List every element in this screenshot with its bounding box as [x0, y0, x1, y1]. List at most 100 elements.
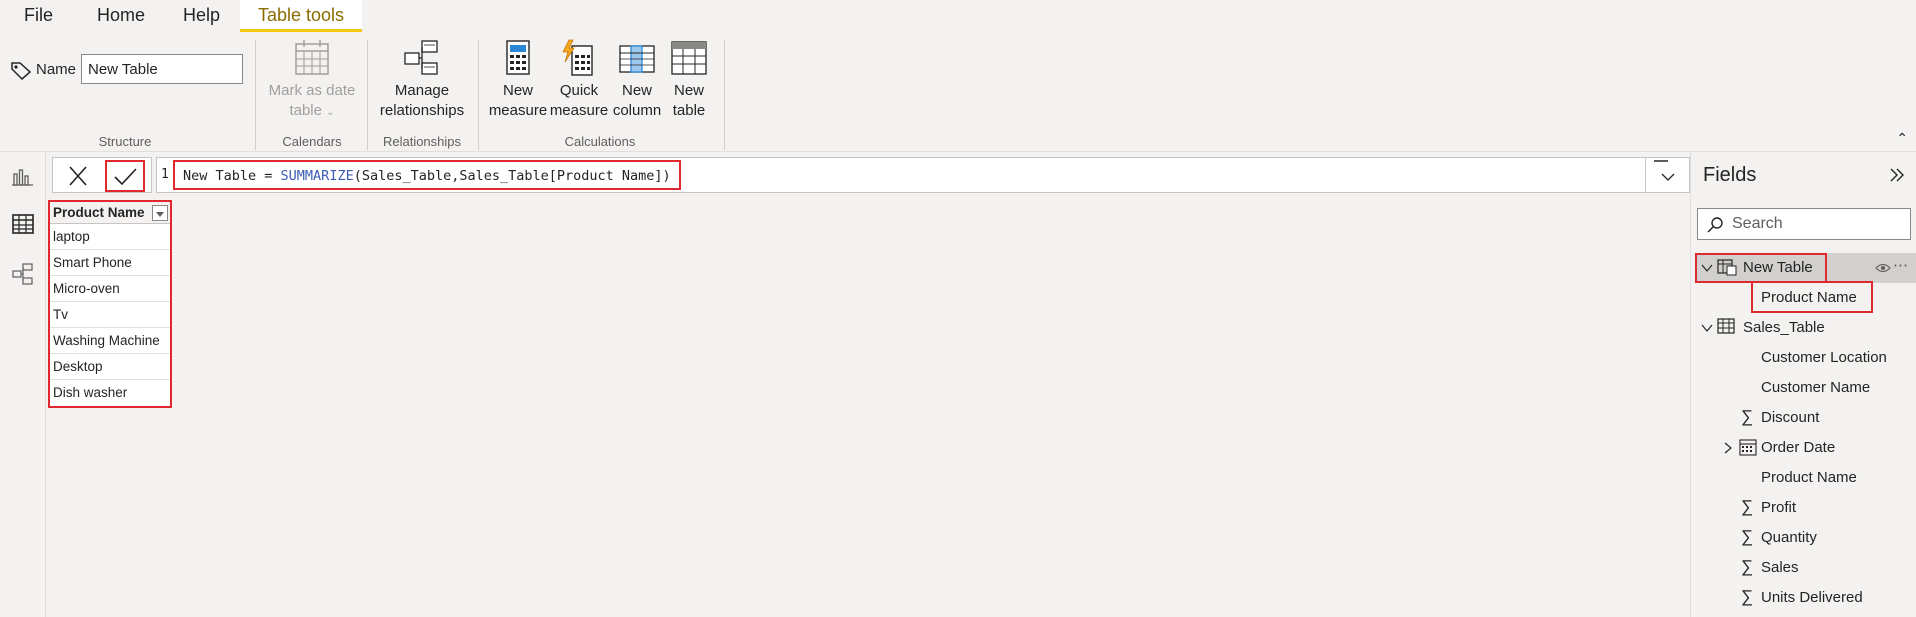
field-order-date[interactable]: Order Date: [1761, 439, 1835, 456]
group-separator: [367, 40, 368, 150]
chevron-right-icon[interactable]: [1723, 442, 1733, 454]
data-view-canvas: Product Name laptop Smart Phone Micro-ov…: [46, 198, 1690, 617]
tab-table-tools[interactable]: Table tools: [240, 0, 363, 32]
group-label-calendars: Calendars: [282, 134, 342, 149]
field-discount[interactable]: Discount: [1761, 409, 1819, 426]
field-quantity[interactable]: Quantity: [1761, 529, 1817, 546]
collapse-pane-icon[interactable]: [1888, 167, 1906, 183]
formula-prefix: New Table =: [183, 168, 281, 184]
new-measure-label-1: New: [502, 82, 533, 99]
field-units-delivered[interactable]: Units Delivered: [1761, 589, 1863, 606]
sigma-icon: ∑: [1741, 587, 1754, 606]
name-label: Name: [36, 61, 77, 78]
model-view-icon[interactable]: [11, 262, 35, 286]
group-separator: [478, 40, 479, 150]
formula-expression[interactable]: New Table = SUMMARIZE(Sales_Table,Sales_…: [173, 160, 681, 190]
column-header-label: Product Name: [53, 205, 145, 220]
group-label-relationships: Relationships: [382, 134, 462, 149]
quick-measure-label-1: Quick: [559, 82, 599, 99]
new-column-button[interactable]: New column: [609, 38, 665, 121]
sigma-icon: ∑: [1741, 527, 1754, 546]
table-icon: [1717, 318, 1735, 334]
new-column-label-2: column: [612, 102, 662, 119]
new-table-icon: [671, 41, 707, 75]
tag-icon: [11, 62, 32, 80]
fields-title: Fields: [1703, 164, 1757, 186]
view-switcher: [0, 152, 46, 617]
field-customer-location[interactable]: Customer Location: [1761, 349, 1887, 366]
chevron-down-icon: [1654, 160, 1675, 181]
calendar-icon: [295, 40, 329, 75]
new-table-button[interactable]: New table: [663, 38, 715, 121]
table-row: Desktop: [50, 354, 170, 380]
formula-line-number: 1: [161, 167, 169, 182]
calculated-table-icon: [1717, 259, 1737, 276]
quick-measure-icon: [562, 39, 593, 76]
field-new-table-product-name[interactable]: Product Name: [1761, 289, 1857, 306]
tab-file[interactable]: File: [24, 0, 53, 32]
checkmark-icon: [114, 168, 137, 186]
commit-formula-button[interactable]: [105, 160, 145, 192]
group-label-calculations: Calculations: [564, 134, 636, 149]
collapse-ribbon-icon[interactable]: ⌃: [1896, 130, 1908, 147]
group-separator: [255, 40, 256, 150]
calculator-icon: [506, 40, 530, 75]
formula-buttons: [52, 157, 152, 193]
menu-bar: File Home Help Table tools: [0, 0, 1916, 34]
relationships-icon: [404, 40, 438, 75]
tab-help[interactable]: Help: [183, 0, 220, 32]
expand-formula-button[interactable]: [1645, 158, 1689, 192]
table-row: laptop: [50, 224, 170, 250]
chevron-down-icon[interactable]: [1701, 322, 1713, 334]
fields-search-input[interactable]: Search: [1697, 208, 1911, 240]
column-header-product-name[interactable]: Product Name: [50, 202, 170, 224]
sigma-icon: ∑: [1741, 407, 1754, 426]
field-table-sales-table[interactable]: Sales_Table: [1743, 319, 1825, 336]
quick-measure-label-2: measure: [549, 102, 609, 119]
new-table-label-2: table: [672, 102, 706, 119]
more-options-icon[interactable]: ⋯: [1893, 256, 1908, 274]
table-name-input[interactable]: [81, 54, 243, 84]
sigma-icon: ∑: [1741, 497, 1754, 516]
search-placeholder: Search: [1732, 215, 1783, 232]
table-row: Micro-oven: [50, 276, 170, 302]
field-product-name[interactable]: Product Name: [1761, 469, 1857, 486]
ribbon: Name Structure Mark as date table ⌄ Cale…: [0, 34, 1916, 152]
table-row: Smart Phone: [50, 250, 170, 276]
group-separator: [724, 40, 725, 150]
search-icon: [1707, 217, 1723, 233]
chevron-down-icon[interactable]: [1701, 262, 1713, 274]
quick-measure-button[interactable]: Quick measure: [547, 38, 611, 121]
field-profit[interactable]: Profit: [1761, 499, 1796, 516]
new-table-label-1: New: [673, 82, 704, 99]
formula-editor[interactable]: 1 New Table = SUMMARIZE(Sales_Table,Sale…: [156, 157, 1690, 193]
field-sales[interactable]: Sales: [1761, 559, 1799, 576]
mark-date-label-1: Mark as date: [268, 82, 356, 99]
cancel-formula-icon[interactable]: [61, 162, 95, 190]
data-table: Product Name laptop Smart Phone Micro-ov…: [48, 200, 172, 408]
table-row: Dish washer: [53, 385, 128, 400]
new-column-icon: [619, 45, 655, 73]
eye-icon[interactable]: [1875, 262, 1891, 274]
column-filter-button[interactable]: [152, 205, 168, 221]
field-customer-name[interactable]: Customer Name: [1761, 379, 1870, 396]
new-column-label-1: New: [621, 82, 652, 99]
formula-bar: 1 New Table = SUMMARIZE(Sales_Table,Sale…: [46, 152, 1690, 198]
manage-label-1: Manage: [394, 82, 450, 99]
table-row: Tv: [50, 302, 170, 328]
formula-function: SUMMARIZE: [280, 168, 354, 184]
data-view-icon[interactable]: [11, 212, 35, 236]
chevron-down-icon: ⌄: [326, 107, 335, 118]
manage-relationships-button[interactable]: Manage relationships: [374, 38, 470, 121]
table-row: Washing Machine: [50, 328, 170, 354]
report-view-icon[interactable]: [11, 164, 35, 188]
formula-args: (Sales_Table,Sales_Table[Product Name]): [353, 168, 671, 184]
group-label-structure: Structure: [98, 134, 152, 149]
mark-as-date-table-button[interactable]: Mark as date table ⌄: [264, 38, 360, 123]
fields-pane: Fields Search New Table ⋯ Product Name S…: [1690, 152, 1916, 617]
new-measure-label-2: measure: [488, 102, 548, 119]
field-table-new-table[interactable]: New Table: [1743, 259, 1813, 276]
tab-home[interactable]: Home: [97, 0, 145, 32]
new-measure-button[interactable]: New measure: [484, 38, 552, 121]
sigma-icon: ∑: [1741, 557, 1754, 576]
